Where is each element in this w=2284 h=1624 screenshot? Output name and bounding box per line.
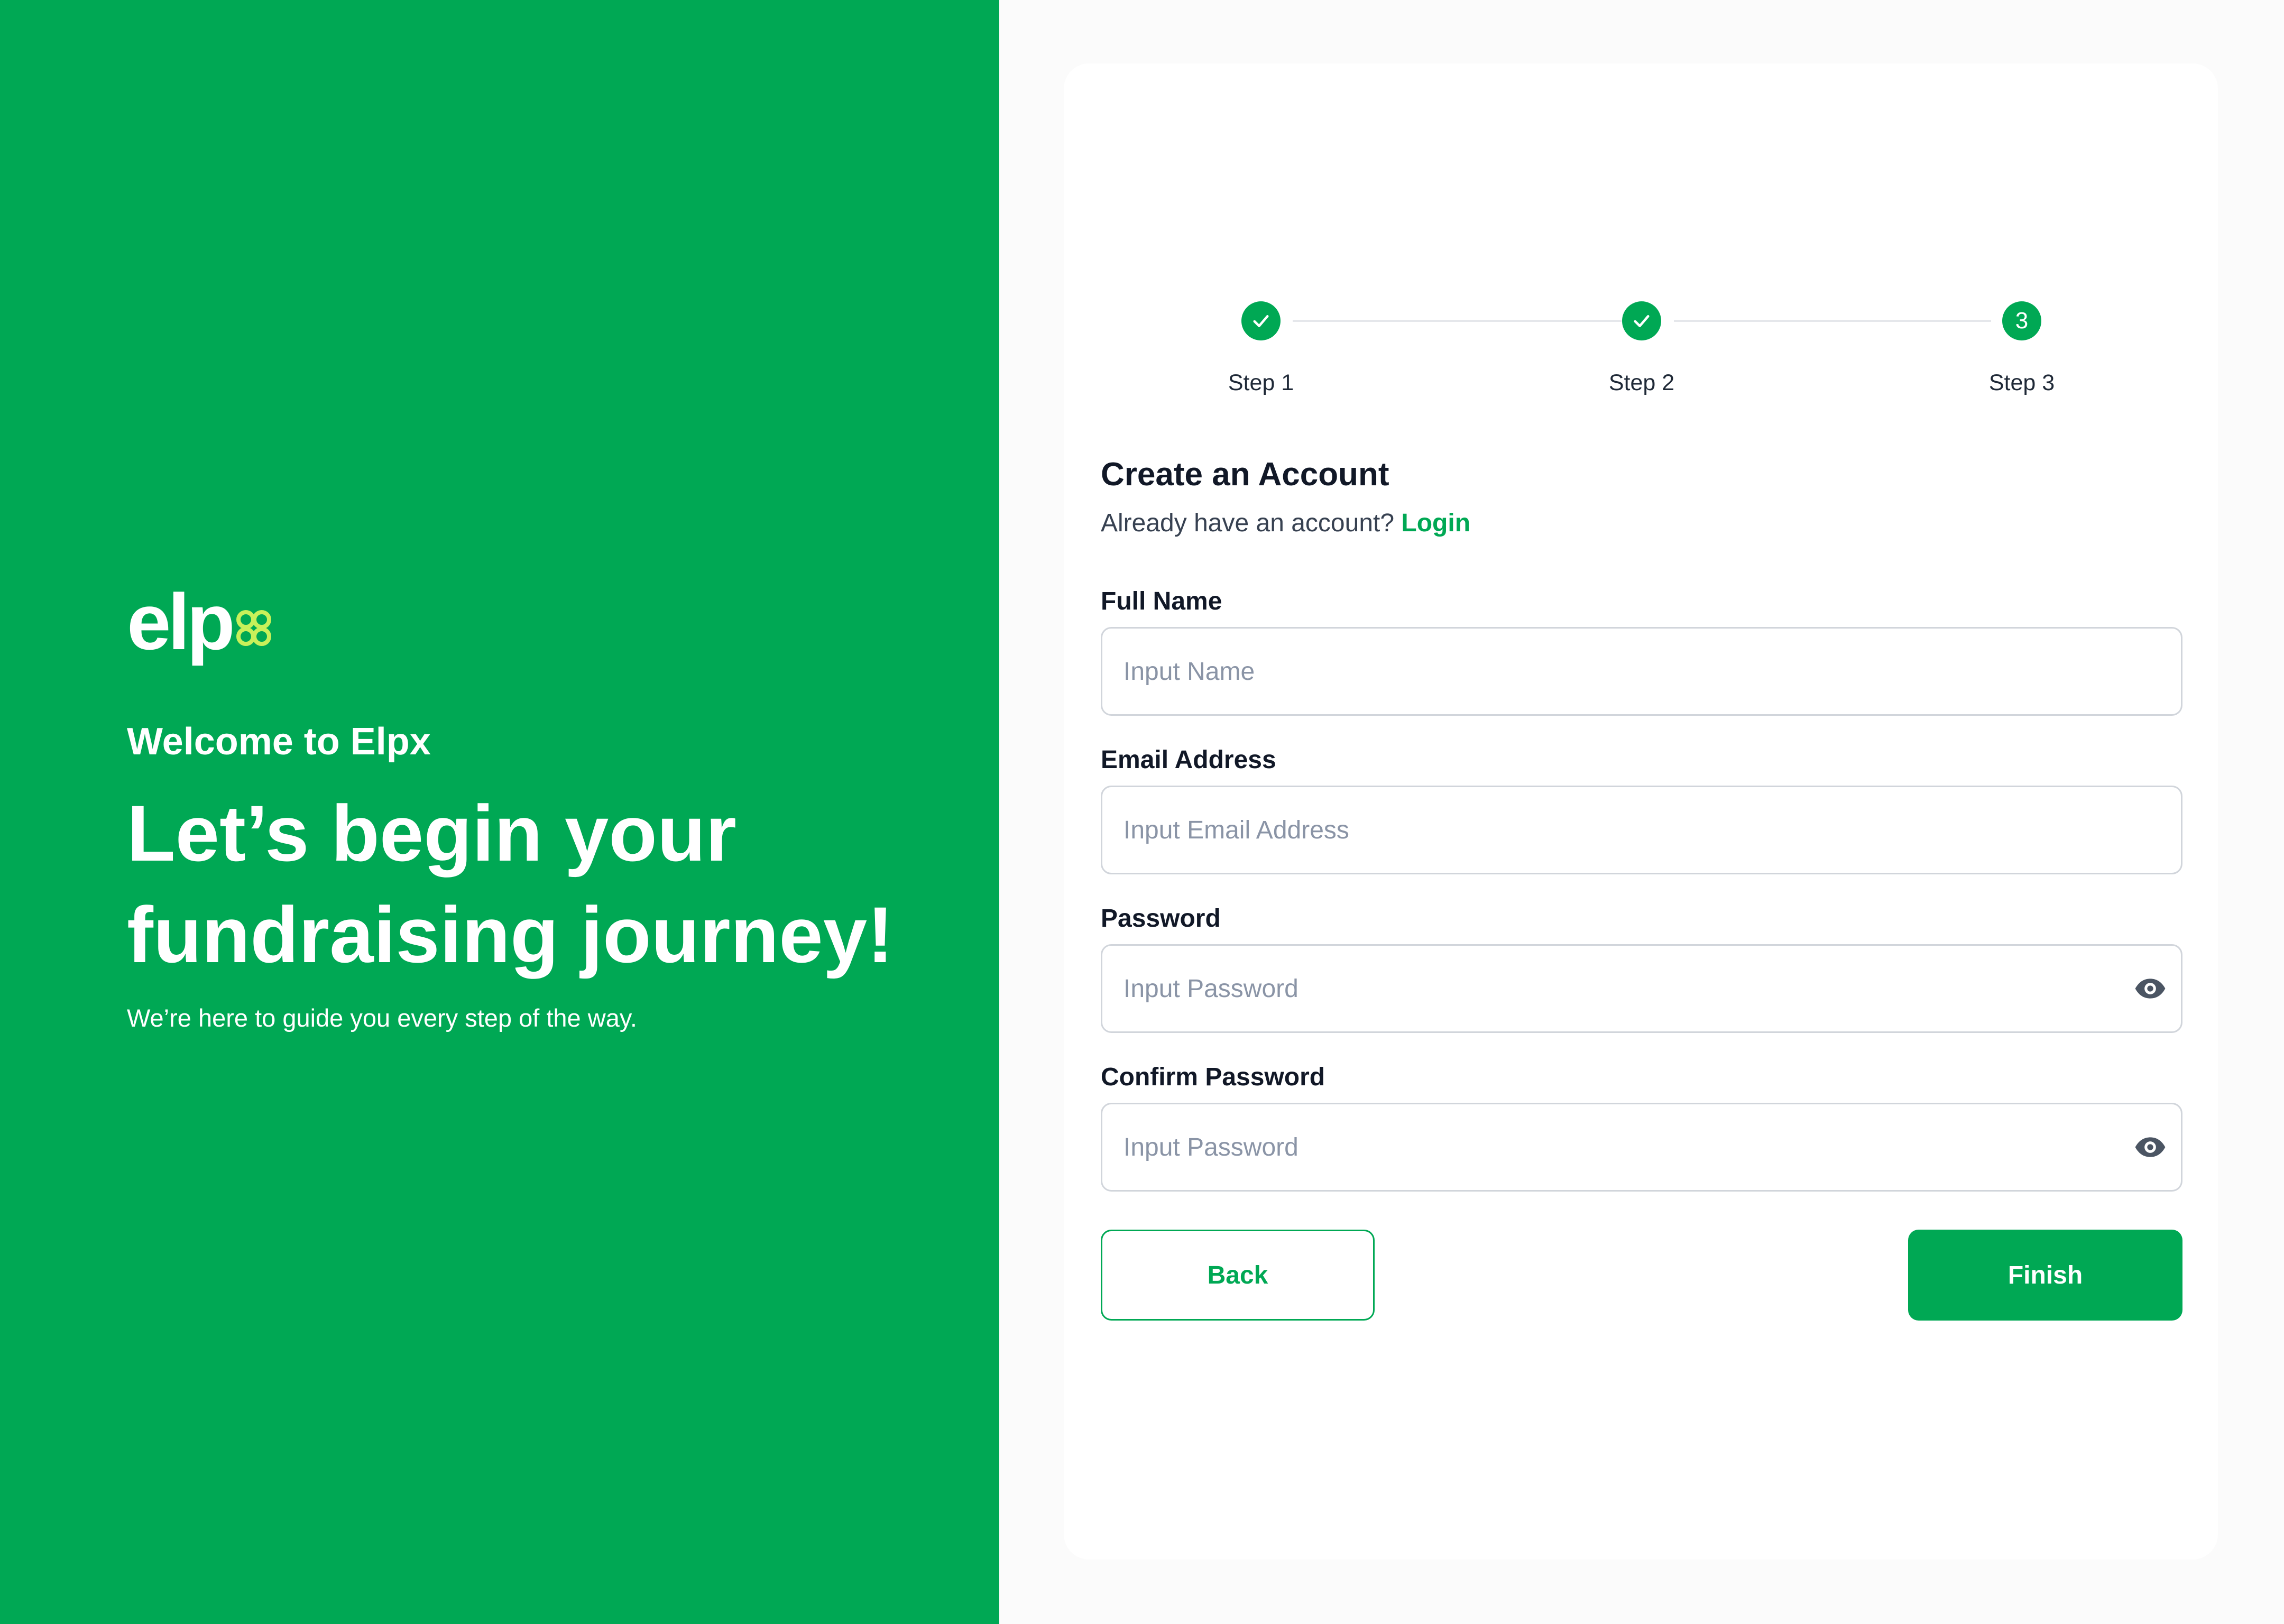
email-input[interactable]: [1101, 786, 2182, 874]
stepper-connector-1: [1293, 320, 1622, 322]
full-name-label: Full Name: [1101, 587, 1222, 615]
back-button[interactable]: Back: [1101, 1230, 1375, 1321]
finish-button[interactable]: Finish: [1908, 1230, 2182, 1321]
svg-text:elp: elp: [127, 587, 232, 666]
confirm-password-input[interactable]: [1101, 1103, 2182, 1192]
form-title: Create an Account: [1101, 456, 1389, 493]
step-3-indicator: 3: [2002, 301, 2041, 340]
welcome-title: Welcome to Elpx: [127, 721, 431, 763]
step-3-number: 3: [2015, 308, 2029, 334]
login-prompt-text: Already have an account?: [1101, 509, 1395, 537]
eye-icon[interactable]: [2134, 1136, 2167, 1158]
elpx-logo: elp: [127, 587, 271, 666]
hero-headline: Let’s begin your fundraising journey!: [127, 789, 894, 979]
step-1-indicator: [1241, 301, 1281, 340]
welcome-panel: elp Welcome to Elpx Let’s begin your fun…: [0, 0, 999, 1624]
check-icon: [1634, 315, 1650, 327]
step-2-indicator: [1622, 301, 1661, 340]
step-3-label: Step 3: [1988, 370, 2055, 395]
login-link[interactable]: Login: [1401, 509, 1470, 537]
eye-icon[interactable]: [2134, 977, 2167, 1000]
login-prompt: Already have an account? Login: [1101, 509, 1470, 538]
password-input[interactable]: [1101, 944, 2182, 1033]
password-label: Password: [1101, 905, 1221, 933]
stepper-connector-2: [1674, 320, 1991, 322]
email-label: Email Address: [1101, 746, 1276, 774]
confirm-password-label: Confirm Password: [1101, 1063, 1325, 1091]
check-icon: [1253, 315, 1269, 327]
full-name-input[interactable]: [1101, 627, 2182, 716]
hero-subtext: We’re here to guide you every step of th…: [127, 1004, 637, 1032]
step-1-label: Step 1: [1228, 370, 1294, 395]
step-2-label: Step 2: [1608, 370, 1675, 395]
